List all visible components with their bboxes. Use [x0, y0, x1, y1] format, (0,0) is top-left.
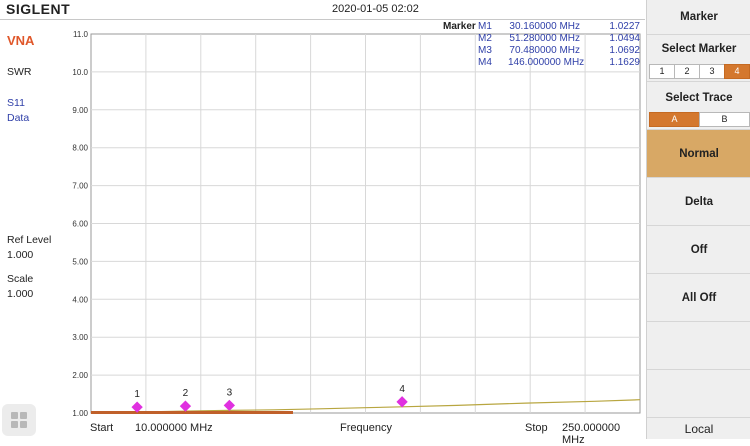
- option-1[interactable]: 1: [649, 64, 675, 79]
- normal-button[interactable]: Normal: [647, 130, 750, 178]
- marker-row: M2 51.280000 MHz 1.0494: [440, 33, 640, 45]
- option-B[interactable]: B: [699, 112, 750, 127]
- select-marker-key[interactable]: Select Marker 1234: [647, 35, 750, 82]
- marker-row-freq: 30.160000 MHz: [509, 21, 580, 32]
- start-label: Start: [90, 422, 114, 434]
- delta-button[interactable]: Delta: [647, 178, 750, 226]
- softkey-title: Marker: [647, 0, 750, 35]
- marker-row-name: M1: [478, 21, 492, 32]
- menu-button[interactable]: [2, 404, 36, 436]
- y-tick-label: 8.00: [72, 144, 88, 153]
- marker-label: 3: [227, 387, 233, 398]
- marker-row-value: 1.0227: [609, 21, 640, 32]
- all-off-button[interactable]: All Off: [647, 274, 750, 322]
- local-button[interactable]: Local: [647, 419, 750, 439]
- trace-selector[interactable]: AB: [649, 112, 750, 127]
- option-4[interactable]: 4: [724, 64, 750, 79]
- marker-row-value: 1.0494: [609, 33, 640, 44]
- marker-row: M1 30.160000 MHz 1.0227: [440, 21, 640, 33]
- marker-row-name: M3: [478, 45, 492, 56]
- empty-softkey-1[interactable]: [647, 322, 750, 370]
- frequency-label[interactable]: Frequency: [340, 422, 392, 434]
- bottom-bar: Start 10.000000 MHz Frequency Stop 250.0…: [0, 419, 645, 446]
- marker-label: 1: [134, 389, 140, 400]
- y-tick-label: 10.0: [72, 68, 88, 77]
- y-tick-label: 11.0: [73, 30, 89, 39]
- select-trace-key[interactable]: Select Trace AB: [647, 82, 750, 130]
- off-button[interactable]: Off: [647, 226, 750, 274]
- marker-row-freq: 146.000000 MHz: [508, 57, 585, 68]
- marker-row-value: 1.1629: [609, 57, 640, 68]
- softkey-panel: Marker Select Marker 1234 Select Trace A…: [646, 0, 750, 439]
- marker-row-name: M2: [478, 33, 492, 44]
- marker-row-freq: 51.280000 MHz: [509, 33, 580, 44]
- marker-row: M3 70.480000 MHz 1.0692: [440, 45, 640, 57]
- option-2[interactable]: 2: [674, 64, 700, 79]
- select-marker-label: Select Marker: [661, 43, 737, 55]
- option-A[interactable]: A: [649, 112, 700, 127]
- select-trace-label: Select Trace: [665, 92, 733, 104]
- start-value[interactable]: 10.000000 MHz: [135, 422, 213, 434]
- stop-value[interactable]: 250.000000 MHz: [562, 422, 645, 446]
- y-tick-label: 9.00: [72, 106, 88, 115]
- marker-selector[interactable]: 1234: [649, 64, 750, 79]
- empty-softkey-2[interactable]: [647, 370, 750, 418]
- y-tick-label: 2.00: [72, 371, 88, 380]
- y-tick-label: 3.00: [72, 333, 88, 342]
- sweep-progress-bar: [91, 411, 293, 414]
- marker-label: 2: [183, 388, 189, 399]
- y-tick-label: 7.00: [72, 182, 88, 191]
- marker-row-name: M4: [478, 57, 492, 68]
- marker-label: 4: [399, 384, 405, 395]
- y-tick-label: 4.00: [72, 295, 88, 304]
- option-3[interactable]: 3: [699, 64, 725, 79]
- y-tick-label: 6.00: [72, 220, 88, 229]
- y-tick-label: 5.00: [72, 257, 88, 266]
- stop-label: Stop: [525, 422, 548, 434]
- y-tick-label: 1.00: [72, 409, 88, 418]
- marker-row-freq: 70.480000 MHz: [509, 45, 580, 56]
- grid-icon: [11, 412, 18, 419]
- marker-row: M4 146.000000 MHz 1.1629: [440, 57, 640, 69]
- marker-row-value: 1.0692: [609, 45, 640, 56]
